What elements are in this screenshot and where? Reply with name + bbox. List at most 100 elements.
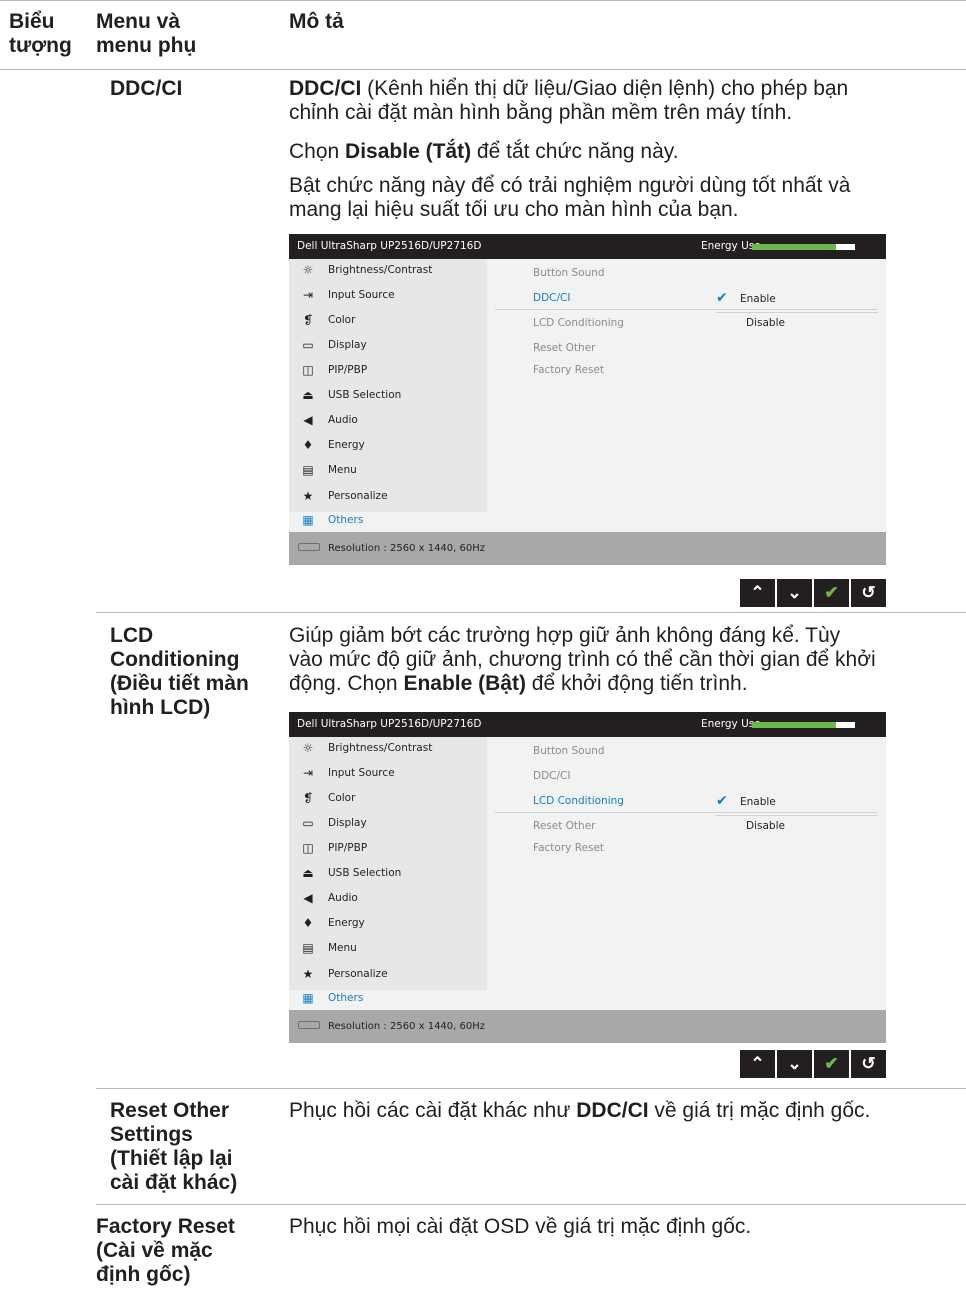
- resolution-icon: [298, 1021, 320, 1029]
- osd-menu-item[interactable]: ☼ Brightness/Contrast: [289, 737, 487, 762]
- osd-menu-item[interactable]: ⇥ Input Source: [289, 284, 487, 309]
- row-reset-other-name: Reset Other Settings (Thiết lập lại cài …: [110, 1099, 237, 1195]
- audio-icon: ◀: [303, 413, 313, 427]
- osd-submenu-item[interactable]: Button Sound: [533, 267, 605, 279]
- osd-menu-item-label: Brightness/Contrast: [328, 264, 433, 276]
- osd-menu-item-label: Others: [328, 992, 364, 1004]
- row-lcd-name-2: Conditioning: [110, 648, 240, 671]
- star-icon: ★: [302, 967, 314, 981]
- color-icon: ❡: [302, 791, 314, 805]
- osd-title: Dell UltraSharp UP2516D/UP2716D: [297, 718, 482, 730]
- osd-titlebar: Dell UltraSharp UP2516D/UP2716D Energy U…: [289, 234, 886, 259]
- osd-menu-item[interactable]: ★ Personalize: [289, 485, 487, 510]
- row-factory-name: Factory Reset (Cài về mặc định gốc): [96, 1215, 235, 1287]
- row-factory-desc: Phục hồi mọi cài đặt OSD về giá trị mặc …: [289, 1215, 752, 1238]
- brightness-icon: ☼: [302, 263, 314, 277]
- osd-menu-item[interactable]: ▤ Menu: [289, 459, 487, 484]
- osd-menu-item[interactable]: ▦ Others: [289, 987, 487, 1012]
- osd-menu-item[interactable]: ⇥ Input Source: [289, 762, 487, 787]
- osd-menu-item-label: Input Source: [328, 767, 395, 779]
- row-rule-1: [96, 612, 966, 613]
- osd-menu-item[interactable]: ▤ Menu: [289, 937, 487, 962]
- osd-submenu-item[interactable]: Button Sound: [533, 745, 605, 757]
- osd-menu-item[interactable]: ☼ Brightness/Contrast: [289, 259, 487, 284]
- check-icon[interactable]: ✔: [814, 579, 849, 607]
- energy-bar: [752, 722, 855, 728]
- star-icon: ★: [302, 489, 314, 503]
- osd-option-enable[interactable]: ✔ Enable: [716, 288, 878, 313]
- menu-icon: ▤: [302, 463, 314, 477]
- osd-menu-item[interactable]: ⏏ USB Selection: [289, 862, 487, 887]
- osd-option-disable[interactable]: Disable: [716, 815, 878, 839]
- osd-option-enable[interactable]: ✔ Enable: [716, 791, 878, 816]
- pip-icon: ◫: [302, 841, 314, 855]
- row-lcd-name-4: hình LCD): [110, 696, 211, 719]
- osd-menu-item[interactable]: ⏏ USB Selection: [289, 384, 487, 409]
- osd-titlebar: Dell UltraSharp UP2516D/UP2716D Energy U…: [289, 712, 886, 737]
- osd-nav-buttons-1: ⌃ ⌄ ✔ ↺: [740, 579, 886, 607]
- osd-submenu-item[interactable]: Factory Reset: [533, 364, 604, 376]
- up-icon[interactable]: ⌃: [740, 579, 775, 607]
- osd-menu-item-label: Audio: [328, 414, 358, 426]
- down-icon[interactable]: ⌄: [777, 1050, 812, 1078]
- energy-bar-fill: [752, 244, 837, 250]
- osd-submenu-item[interactable]: Reset Other: [533, 820, 595, 832]
- checkmark-icon: ✔: [716, 290, 728, 306]
- osd-menu-item-label: Display: [328, 339, 367, 351]
- osd-menu-item-label: Personalize: [328, 968, 388, 980]
- osd-menu-item[interactable]: ◀ Audio: [289, 409, 487, 434]
- check-icon[interactable]: ✔: [814, 1050, 849, 1078]
- osd-menu-item[interactable]: ▦ Others: [289, 509, 487, 534]
- row-ddc-desc3: Bật chức năng này để có trải nghiệm ngườ…: [289, 174, 851, 221]
- input-source-icon: ⇥: [302, 288, 314, 302]
- input-source-icon: ⇥: [302, 766, 314, 780]
- osd-menu-item[interactable]: ◀ Audio: [289, 887, 487, 912]
- header-menu-col: Menu và menu phụ: [96, 10, 196, 58]
- back-icon[interactable]: ↺: [851, 579, 886, 607]
- osd-menu: ☼ Brightness/Contrast ⇥ Input Source ❡ Color ▭…: [289, 259, 487, 527]
- row-reset-name-4: cài đặt khác): [110, 1171, 238, 1194]
- display-icon: ▭: [302, 338, 314, 352]
- osd-menu-item-label: Others: [328, 514, 364, 526]
- osd-screenshot-lcd: Dell UltraSharp UP2516D/UP2716D Energy U…: [289, 712, 886, 1043]
- osd-footer: Resolution : 2560 x 1440, 60Hz: [289, 1010, 886, 1043]
- up-icon[interactable]: ⌃: [740, 1050, 775, 1078]
- down-icon[interactable]: ⌄: [777, 579, 812, 607]
- energy-icon: ♦: [302, 438, 314, 452]
- osd-menu-item[interactable]: ◫ PIP/PBP: [289, 837, 487, 862]
- back-icon[interactable]: ↺: [851, 1050, 886, 1078]
- osd-menu-item[interactable]: ★ Personalize: [289, 963, 487, 988]
- row-reset-other-desc: Phục hồi các cài đặt khác như DDC/CI về …: [289, 1099, 871, 1122]
- energy-bar: [752, 244, 855, 250]
- osd-menu-item[interactable]: ▭ Display: [289, 334, 487, 359]
- top-rule: [0, 0, 966, 1]
- osd-submenu-item[interactable]: DDC/CI: [533, 292, 570, 304]
- resolution-icon: [298, 543, 320, 551]
- display-icon: ▭: [302, 816, 314, 830]
- osd-screenshot-ddc: Dell UltraSharp UP2516D/UP2716D Energy U…: [289, 234, 886, 565]
- pip-icon: ◫: [302, 363, 314, 377]
- osd-menu-item[interactable]: ❡ Color: [289, 787, 487, 812]
- osd-submenu-item[interactable]: DDC/CI: [533, 770, 570, 782]
- osd-menu-item-label: Color: [328, 314, 356, 326]
- osd-submenu-item[interactable]: LCD Conditioning: [533, 317, 624, 329]
- osd-menu-item[interactable]: ♦ Energy: [289, 434, 487, 459]
- osd-option-label: Enable: [740, 293, 776, 305]
- header-desc-col: Mô tả: [289, 10, 344, 33]
- header-menu-line2: menu phụ: [96, 34, 197, 57]
- row-lcd-name-3: (Điều tiết màn: [110, 672, 249, 695]
- osd-option-disable[interactable]: Disable: [716, 312, 878, 336]
- osd-option-label: Disable: [746, 820, 785, 832]
- energy-bar-fill: [752, 722, 837, 728]
- osd-submenu-item[interactable]: LCD Conditioning: [533, 795, 624, 807]
- osd-submenu-item[interactable]: Reset Other: [533, 342, 595, 354]
- others-icon: ▦: [302, 991, 314, 1005]
- audio-icon: ◀: [303, 891, 313, 905]
- osd-menu-item-label: Input Source: [328, 289, 395, 301]
- osd-menu-item[interactable]: ▭ Display: [289, 812, 487, 837]
- osd-menu-item[interactable]: ◫ PIP/PBP: [289, 359, 487, 384]
- osd-menu-item[interactable]: ❡ Color: [289, 309, 487, 334]
- osd-menu-item[interactable]: ♦ Energy: [289, 912, 487, 937]
- osd-submenu-item[interactable]: Factory Reset: [533, 842, 604, 854]
- osd-title: Dell UltraSharp UP2516D/UP2716D: [297, 240, 482, 252]
